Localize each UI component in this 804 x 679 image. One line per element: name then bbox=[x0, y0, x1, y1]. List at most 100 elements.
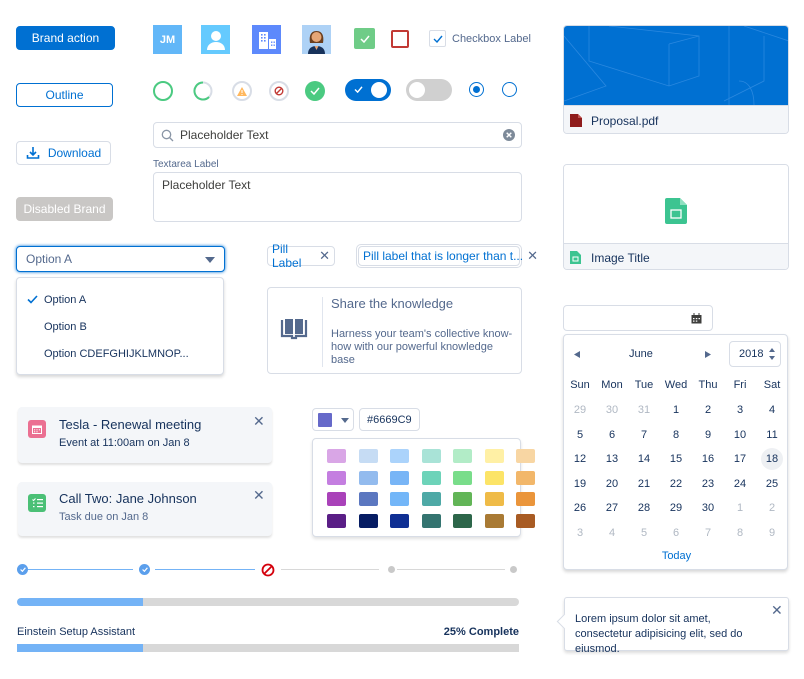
color-swatch[interactable] bbox=[484, 449, 504, 463]
calendar-day[interactable]: 24 bbox=[724, 472, 756, 497]
outline-button[interactable]: Outline bbox=[16, 83, 113, 107]
calendar-day[interactable]: 11 bbox=[756, 423, 788, 448]
toggle-on[interactable] bbox=[345, 79, 391, 101]
calendar-day[interactable]: 4 bbox=[756, 398, 788, 423]
calendar-day[interactable]: 7 bbox=[692, 521, 724, 546]
color-swatch[interactable] bbox=[390, 492, 409, 506]
download-button[interactable]: Download bbox=[16, 141, 111, 165]
color-swatch[interactable] bbox=[516, 470, 535, 485]
calendar-day[interactable]: 1 bbox=[660, 398, 692, 423]
calendar-day[interactable]: 29 bbox=[660, 496, 692, 521]
color-swatch[interactable] bbox=[516, 492, 535, 506]
step-incomplete[interactable] bbox=[510, 566, 517, 573]
calendar-day[interactable]: 14 bbox=[628, 447, 660, 472]
calendar-day[interactable]: 22 bbox=[660, 472, 692, 497]
calendar-day[interactable]: 2 bbox=[756, 496, 788, 521]
color-swatch[interactable] bbox=[327, 513, 346, 528]
step-complete[interactable] bbox=[17, 564, 28, 575]
year-select[interactable]: 2018 bbox=[729, 341, 781, 367]
calendar-day[interactable]: 21 bbox=[628, 472, 660, 497]
calendar-day[interactable]: 26 bbox=[564, 496, 596, 521]
calendar-day[interactable]: 31 bbox=[628, 398, 660, 423]
calendar-day[interactable]: 1 bbox=[724, 496, 756, 521]
calendar-day[interactable]: 7 bbox=[628, 423, 660, 448]
close-icon[interactable]: ✕ bbox=[253, 413, 265, 430]
color-swatch[interactable] bbox=[421, 470, 441, 485]
checkbox-labeled[interactable] bbox=[429, 30, 446, 47]
calendar-day[interactable]: 27 bbox=[596, 496, 628, 521]
color-swatch[interactable] bbox=[358, 513, 378, 528]
file-card-pdf[interactable]: Proposal.pdf bbox=[563, 25, 789, 134]
close-icon[interactable]: ✕ bbox=[253, 487, 265, 504]
color-swatch[interactable] bbox=[421, 492, 441, 506]
color-swatch[interactable] bbox=[327, 470, 346, 485]
color-swatch[interactable] bbox=[358, 470, 378, 485]
step-incomplete[interactable] bbox=[388, 566, 395, 573]
color-swatch[interactable] bbox=[484, 470, 504, 485]
calendar-day[interactable]: 5 bbox=[564, 423, 596, 448]
calendar-day[interactable]: 13 bbox=[596, 447, 628, 472]
pill-long[interactable]: Pill label that is longer than t... ✕ bbox=[358, 246, 538, 266]
color-swatch[interactable] bbox=[453, 492, 472, 506]
calendar-day[interactable]: 4 bbox=[596, 521, 628, 546]
option-a[interactable]: Option A bbox=[17, 286, 223, 313]
option-b[interactable]: Option B bbox=[17, 313, 223, 340]
color-swatch[interactable] bbox=[421, 449, 441, 463]
next-month-icon[interactable] bbox=[705, 351, 711, 358]
calendar-day[interactable]: 9 bbox=[692, 423, 724, 448]
calendar-day[interactable]: 19 bbox=[564, 472, 596, 497]
color-swatch[interactable] bbox=[327, 449, 346, 463]
calendar-icon[interactable] bbox=[691, 313, 702, 324]
checkbox-error[interactable] bbox=[391, 30, 409, 48]
calendar-day[interactable]: 10 bbox=[724, 423, 756, 448]
stepper-icon[interactable] bbox=[769, 348, 775, 360]
calendar-day[interactable]: 23 bbox=[692, 472, 724, 497]
color-swatch[interactable] bbox=[327, 492, 346, 506]
calendar-day[interactable]: 9 bbox=[756, 521, 788, 546]
color-swatch[interactable] bbox=[390, 513, 409, 528]
calendar-day[interactable]: 20 bbox=[596, 472, 628, 497]
calendar-day[interactable]: 15 bbox=[660, 447, 692, 472]
hex-input[interactable]: #6669C9 bbox=[359, 408, 420, 431]
calendar-day[interactable]: 8 bbox=[724, 521, 756, 546]
color-swatch[interactable] bbox=[358, 449, 378, 463]
calendar-day[interactable]: 16 bbox=[692, 447, 724, 472]
brand-action-button[interactable]: Brand action bbox=[16, 26, 115, 50]
clear-icon[interactable] bbox=[503, 129, 515, 141]
color-swatch[interactable] bbox=[453, 513, 472, 528]
search-input[interactable]: Placeholder Text bbox=[153, 122, 522, 148]
close-icon[interactable]: ✕ bbox=[527, 248, 538, 264]
calendar-day[interactable]: 30 bbox=[692, 496, 724, 521]
date-input[interactable] bbox=[563, 305, 713, 331]
color-swatch[interactable] bbox=[390, 449, 409, 463]
combobox[interactable]: Option A bbox=[16, 246, 225, 272]
calendar-day[interactable]: 29 bbox=[564, 398, 596, 423]
color-swatch[interactable] bbox=[484, 492, 504, 506]
color-swatch[interactable] bbox=[453, 449, 472, 463]
calendar-day[interactable]: 3 bbox=[564, 521, 596, 546]
prev-month-icon[interactable] bbox=[574, 351, 580, 358]
calendar-day[interactable]: 30 bbox=[596, 398, 628, 423]
option-c[interactable]: Option CDEFGHIJKLMNOP... bbox=[17, 340, 223, 367]
color-swatch[interactable] bbox=[421, 513, 441, 528]
checkbox-checked-success[interactable] bbox=[354, 28, 375, 49]
calendar-day[interactable]: 28 bbox=[628, 496, 660, 521]
calendar-day[interactable]: 6 bbox=[596, 423, 628, 448]
calendar-day[interactable]: 2 bbox=[692, 398, 724, 423]
file-card-image[interactable]: Image Title bbox=[563, 164, 789, 270]
color-swatch[interactable] bbox=[516, 513, 535, 528]
calendar-day[interactable]: 17 bbox=[724, 447, 756, 472]
calendar-day-selected[interactable]: 18 bbox=[756, 447, 788, 472]
color-swatch[interactable] bbox=[453, 470, 472, 485]
radio-unchecked[interactable] bbox=[502, 82, 517, 97]
today-link[interactable]: Today bbox=[564, 550, 789, 562]
calendar-day[interactable]: 5 bbox=[628, 521, 660, 546]
color-swatch[interactable] bbox=[358, 492, 378, 506]
color-swatch[interactable] bbox=[484, 513, 504, 528]
toggle-off[interactable] bbox=[406, 79, 452, 101]
calendar-day[interactable]: 3 bbox=[724, 398, 756, 423]
radio-checked[interactable] bbox=[469, 82, 484, 97]
color-swatch-button[interactable] bbox=[312, 408, 354, 431]
calendar-day[interactable]: 6 bbox=[660, 521, 692, 546]
calendar-day[interactable]: 25 bbox=[756, 472, 788, 497]
